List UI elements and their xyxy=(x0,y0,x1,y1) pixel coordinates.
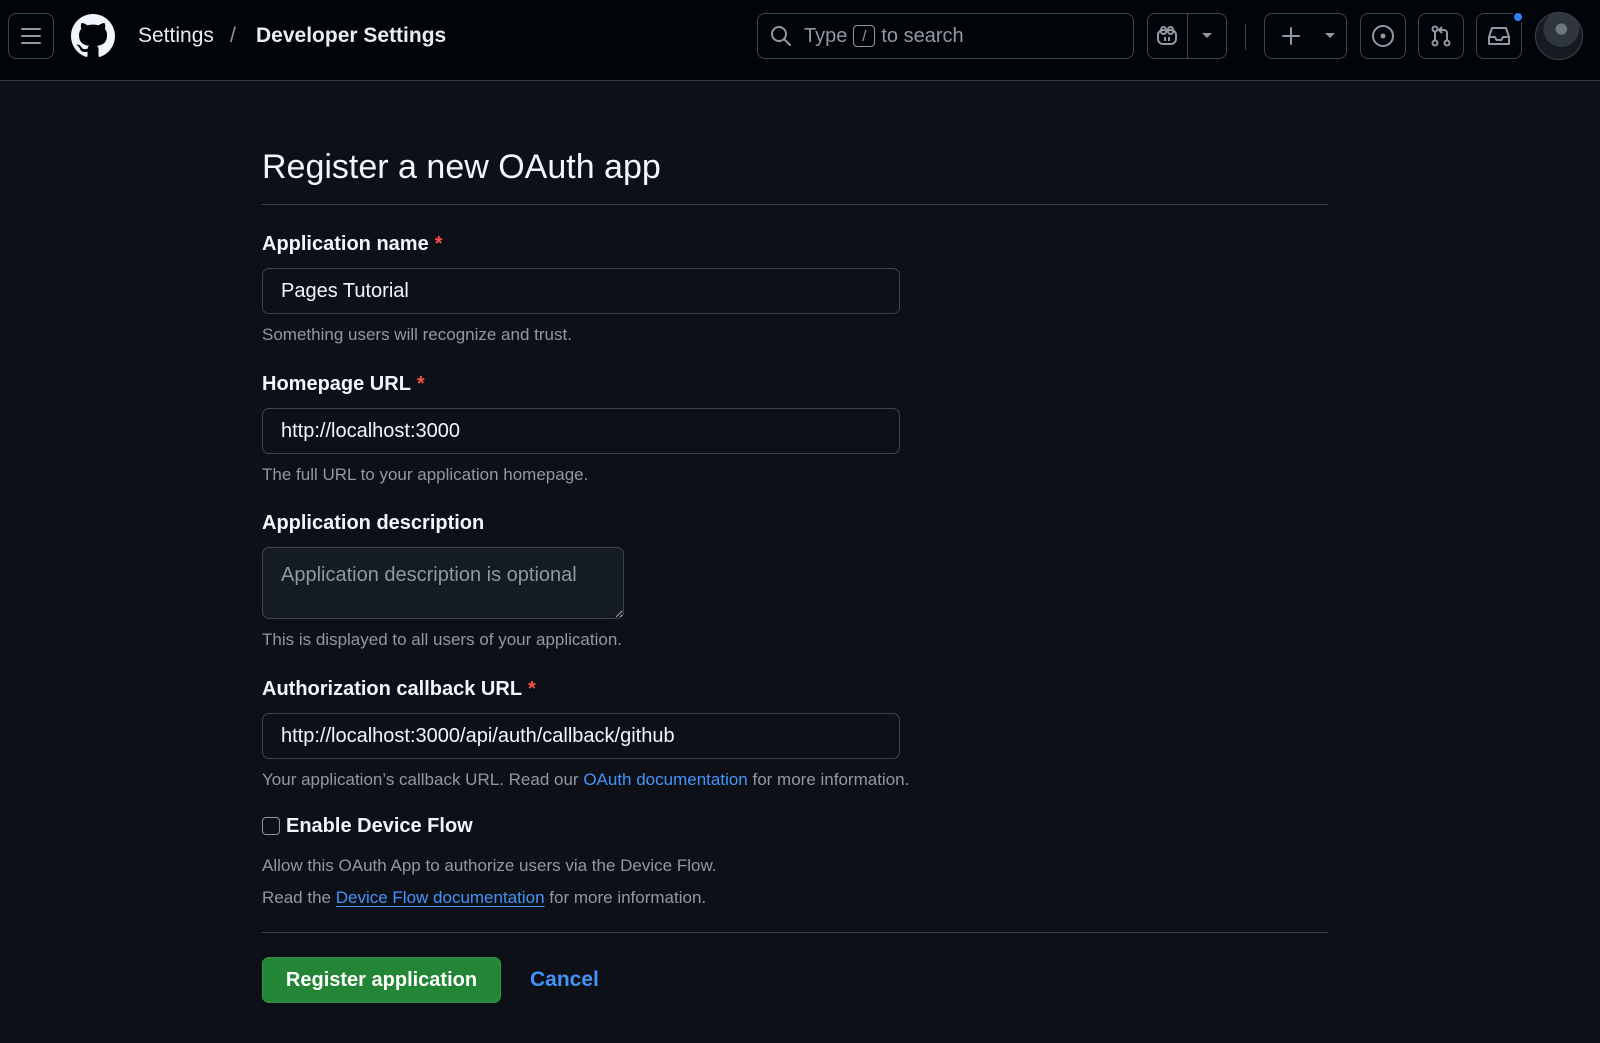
device-flow-docs-suffix: for more information. xyxy=(549,888,707,907)
issue-icon xyxy=(1372,25,1394,47)
homepage-url-label-text: Homepage URL xyxy=(262,373,411,395)
description-label: Application description xyxy=(262,512,485,534)
required-mark: * xyxy=(528,678,536,700)
copilot-button[interactable] xyxy=(1148,14,1187,58)
github-logo[interactable] xyxy=(71,14,115,58)
callback-url-label-text: Authorization callback URL xyxy=(262,678,523,700)
app-name-hint: Something users will recognize and trust… xyxy=(262,325,572,344)
homepage-url-label: Homepage URL * xyxy=(262,373,425,396)
required-mark: * xyxy=(416,373,425,395)
hamburger-icon xyxy=(21,28,41,44)
chevron-down-icon xyxy=(1201,33,1212,38)
callback-url-label: Authorization callback URL * xyxy=(262,678,536,701)
copilot-menu-button[interactable] xyxy=(1186,14,1226,58)
pull-request-icon xyxy=(1431,25,1451,47)
breadcrumb-separator: / xyxy=(230,24,236,47)
plus-dropdown-segment xyxy=(1315,14,1345,58)
device-flow-docs-prefix: Read the xyxy=(262,888,331,907)
issues-button[interactable] xyxy=(1360,13,1406,59)
search-prefix: Type xyxy=(804,24,848,47)
search-input[interactable]: Type / to search xyxy=(757,13,1134,59)
plus-segment xyxy=(1267,14,1315,58)
title-divider xyxy=(262,204,1328,205)
oauth-documentation-link[interactable]: OAuth documentation xyxy=(583,770,747,789)
create-new-button[interactable] xyxy=(1264,13,1347,59)
chevron-down-icon xyxy=(1324,33,1335,38)
callback-hint-suffix: for more information. xyxy=(752,770,910,789)
notification-indicator xyxy=(1512,11,1524,23)
search-suffix: to search xyxy=(881,24,964,47)
plus-icon xyxy=(1281,27,1300,45)
description-hint: This is displayed to all users of your a… xyxy=(262,630,623,649)
copilot-icon xyxy=(1157,26,1178,45)
required-mark: * xyxy=(434,233,443,255)
global-header: Settings / Developer Settings Type / to … xyxy=(0,0,1600,81)
inbox-icon xyxy=(1488,27,1510,45)
header-divider xyxy=(1245,24,1246,50)
app-name-input[interactable] xyxy=(262,268,900,314)
homepage-url-hint: The full URL to your application homepag… xyxy=(262,465,589,484)
callback-url-hint: Your application’s callback URL. Read ou… xyxy=(262,770,909,790)
search-icon xyxy=(771,26,791,46)
search-shortcut-key: / xyxy=(853,25,876,47)
menu-button[interactable] xyxy=(8,13,54,59)
device-flow-docs-hint: Read the Device Flow documentation for m… xyxy=(262,888,706,908)
pull-requests-button[interactable] xyxy=(1418,13,1464,59)
register-application-button[interactable]: Register application xyxy=(262,957,501,1003)
callback-url-input[interactable] xyxy=(262,713,900,759)
device-flow-hint: Allow this OAuth App to authorize users … xyxy=(262,856,717,875)
page-title: Register a new OAuth app xyxy=(262,148,661,186)
device-flow-checkbox[interactable] xyxy=(262,817,280,835)
breadcrumb-developer-settings[interactable]: Developer Settings xyxy=(256,23,446,49)
actions-divider xyxy=(262,932,1328,933)
breadcrumb-settings[interactable]: Settings xyxy=(138,23,214,49)
app-name-label: Application name * xyxy=(262,233,443,256)
callback-hint-text: Your application’s callback URL. Read ou… xyxy=(262,770,579,789)
cancel-button[interactable]: Cancel xyxy=(530,968,599,992)
device-flow-documentation-link[interactable]: Device Flow documentation xyxy=(336,888,545,907)
device-flow-label[interactable]: Enable Device Flow xyxy=(286,815,473,838)
app-name-label-text: Application name xyxy=(262,233,429,255)
description-textarea[interactable] xyxy=(262,547,624,619)
avatar[interactable] xyxy=(1535,12,1583,60)
homepage-url-input[interactable] xyxy=(262,408,900,454)
copilot-button-group xyxy=(1147,13,1227,59)
